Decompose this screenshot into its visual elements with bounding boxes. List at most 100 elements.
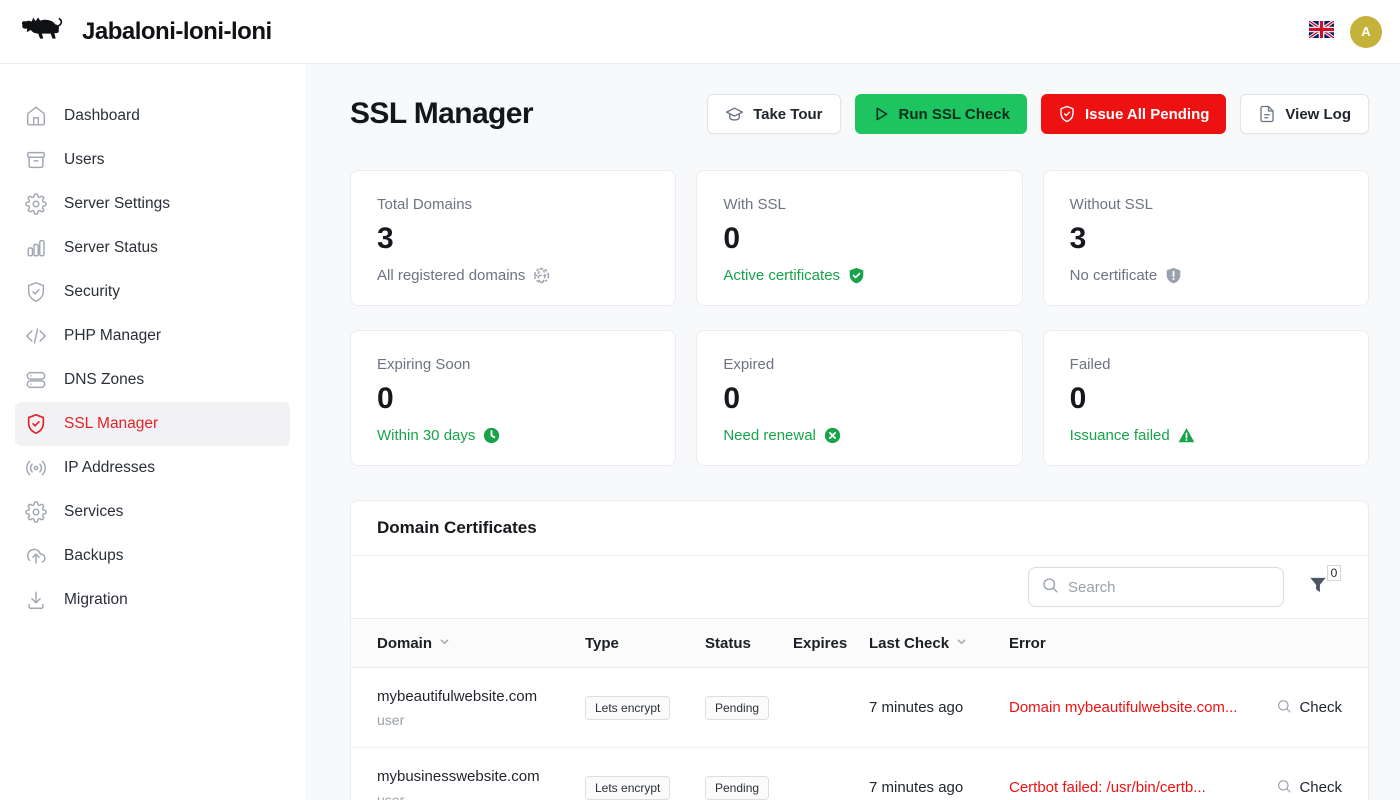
issue-all-pending-button[interactable]: Issue All Pending	[1041, 94, 1226, 134]
user-avatar[interactable]: A	[1350, 16, 1382, 48]
stat-card-failed: Failed 0 Issuance failed	[1043, 330, 1369, 466]
sidebar-item-dns-zones[interactable]: DNS Zones	[15, 358, 290, 402]
document-icon	[1258, 105, 1276, 123]
domain-name: mybusinesswebsite.com	[377, 768, 585, 785]
stat-sublabel: Issuance failed	[1070, 427, 1170, 444]
column-header-last-check[interactable]: Last Check	[869, 635, 1009, 652]
stat-sublabel: All registered domains	[377, 267, 525, 284]
stat-label: Expired	[723, 356, 995, 373]
domain-cell: mybeautifulwebsite.com user	[377, 688, 585, 728]
shield-check-icon	[848, 267, 865, 284]
page-actions: Take Tour Run SSL Check Issue All Pendin…	[707, 94, 1369, 134]
status-badge: Pending	[705, 696, 769, 720]
stat-card-expiring-soon: Expiring Soon 0 Within 30 days	[350, 330, 676, 466]
stat-sublabel: Need renewal	[723, 427, 816, 444]
domain-name: mybeautifulwebsite.com	[377, 688, 585, 705]
type-badge: Lets encrypt	[585, 776, 670, 800]
type-badge: Lets encrypt	[585, 696, 670, 720]
column-header-type: Type	[585, 635, 705, 652]
brand[interactable]: Jabaloni-loni-loni	[18, 14, 272, 49]
gear-icon	[25, 501, 47, 523]
column-header-error: Error	[1009, 635, 1250, 652]
stat-value: 3	[377, 222, 649, 256]
home-icon	[25, 105, 47, 127]
sidebar-item-services[interactable]: Services	[15, 490, 290, 534]
stat-label: Total Domains	[377, 196, 649, 213]
bar-chart-icon	[25, 237, 47, 259]
search-input[interactable]	[1068, 579, 1271, 596]
stat-sublabel: Within 30 days	[377, 427, 475, 444]
stat-value: 0	[1070, 382, 1342, 416]
shield-check-icon	[1058, 105, 1076, 123]
sidebar-item-security[interactable]: Security	[15, 270, 290, 314]
graduation-cap-icon	[725, 105, 744, 124]
chevron-down-icon	[955, 635, 968, 652]
page-title: SSL Manager	[350, 97, 533, 131]
chevron-down-icon	[438, 635, 451, 652]
check-button[interactable]: Check	[1276, 778, 1342, 798]
status-badge: Pending	[705, 776, 769, 800]
sidebar: Dashboard Users Server Settings Server S…	[0, 64, 305, 800]
topbar: Jabaloni-loni-loni A	[0, 0, 1400, 64]
take-tour-button[interactable]: Take Tour	[707, 94, 840, 134]
column-header-expires: Expires	[793, 635, 869, 652]
triangle-warning-icon	[1178, 427, 1195, 444]
sidebar-item-ssl-manager[interactable]: SSL Manager	[15, 402, 290, 446]
stat-card-with-ssl: With SSL 0 Active certificates	[696, 170, 1022, 306]
sidebar-item-php-manager[interactable]: PHP Manager	[15, 314, 290, 358]
table-row: mybusinesswebsite.com user Lets encrypt …	[351, 748, 1368, 800]
error-cell: Certbot failed: /usr/bin/certb...	[1009, 779, 1250, 796]
check-button[interactable]: Check	[1276, 698, 1342, 718]
sidebar-item-dashboard[interactable]: Dashboard	[15, 94, 290, 138]
column-header-domain[interactable]: Domain	[377, 635, 585, 652]
app-title: Jabaloni-loni-loni	[82, 18, 272, 46]
stat-sublabel: Active certificates	[723, 267, 840, 284]
run-ssl-check-button[interactable]: Run SSL Check	[855, 94, 1027, 134]
main-content: SSL Manager Take Tour Run SSL Check Issu…	[305, 64, 1400, 800]
filter-count-badge: 0	[1327, 565, 1341, 581]
boar-logo-icon	[18, 14, 64, 49]
sidebar-item-label: PHP Manager	[64, 327, 161, 345]
stat-label: Expiring Soon	[377, 356, 649, 373]
sidebar-item-label: Backups	[64, 547, 123, 565]
globe-icon	[533, 267, 550, 284]
search-icon	[1041, 576, 1059, 599]
cloud-upload-icon	[25, 545, 47, 567]
sidebar-item-label: Services	[64, 503, 123, 521]
sidebar-item-label: Server Settings	[64, 195, 170, 213]
circle-x-icon	[824, 427, 841, 444]
sidebar-item-migration[interactable]: Migration	[15, 578, 290, 622]
view-log-button[interactable]: View Log	[1240, 94, 1369, 134]
uk-flag-icon[interactable]	[1309, 21, 1334, 43]
stat-value: 0	[723, 382, 995, 416]
table-row: mybeautifulwebsite.com user Lets encrypt…	[351, 668, 1368, 748]
stat-label: Without SSL	[1070, 196, 1342, 213]
server-stack-icon	[25, 369, 47, 391]
sidebar-item-label: Dashboard	[64, 107, 140, 125]
sidebar-item-label: Users	[64, 151, 104, 169]
gear-icon	[25, 193, 47, 215]
error-cell: Domain mybeautifulwebsite.com...	[1009, 699, 1250, 716]
shield-alert-icon	[1165, 267, 1182, 284]
sidebar-item-backups[interactable]: Backups	[15, 534, 290, 578]
domain-certificates-card: Domain Certificates 0 Domain	[350, 500, 1369, 800]
stat-value: 3	[1070, 222, 1342, 256]
funnel-icon	[1308, 582, 1328, 599]
download-icon	[25, 589, 47, 611]
filter-button[interactable]: 0	[1308, 575, 1328, 600]
stat-card-total-domains: Total Domains 3 All registered domains	[350, 170, 676, 306]
sidebar-item-server-status[interactable]: Server Status	[15, 226, 290, 270]
sidebar-item-users[interactable]: Users	[15, 138, 290, 182]
play-icon	[872, 105, 890, 123]
sidebar-item-ip-addresses[interactable]: IP Addresses	[15, 446, 290, 490]
table-header-row: Domain Type Status Expires Last Check	[351, 619, 1368, 668]
sidebar-item-label: Security	[64, 283, 120, 301]
search-icon	[1276, 778, 1292, 798]
stat-sublabel: No certificate	[1070, 267, 1158, 284]
code-icon	[25, 325, 47, 347]
domain-owner: user	[377, 792, 585, 800]
stat-label: Failed	[1070, 356, 1342, 373]
domain-owner: user	[377, 712, 585, 728]
stat-value: 0	[377, 382, 649, 416]
sidebar-item-server-settings[interactable]: Server Settings	[15, 182, 290, 226]
